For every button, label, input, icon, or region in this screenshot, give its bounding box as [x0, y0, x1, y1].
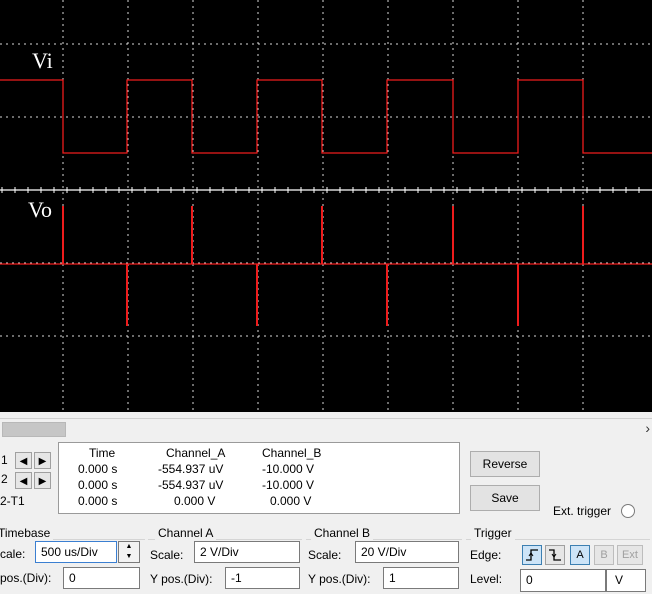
falling-edge-button[interactable] — [545, 545, 565, 565]
channel-a-ypos-label: Y pos.(Div): — [150, 572, 213, 586]
trigger-title: Trigger — [471, 526, 515, 540]
readout-t2-channel-b: -10.000 V — [262, 478, 315, 492]
ext-trigger-label: Ext. trigger — [553, 504, 612, 518]
readout-diff-channel-a: 0.000 V — [174, 494, 216, 508]
channel-a-ypos-input[interactable]: -1 — [225, 567, 300, 589]
trigger-level-label: Level: — [470, 572, 503, 586]
timebase-scale-input[interactable]: 500 us/Div — [35, 541, 117, 563]
cursor-diff-label: 2-T1 — [0, 494, 25, 508]
readout-t2-time: 0.000 s — [78, 478, 118, 492]
cursor-t2-left-button[interactable]: ◀ — [15, 472, 32, 489]
cursor-t2-label: 2 — [1, 472, 8, 486]
trigger-level-unit[interactable]: V — [606, 569, 646, 592]
trigger-source-ext-button[interactable]: Ext — [617, 545, 643, 565]
horizontal-scrollbar[interactable]: › — [0, 418, 652, 439]
spin-up-icon[interactable]: ▲ — [119, 542, 139, 552]
timebase-title: Timebase — [0, 526, 54, 540]
rising-edge-button[interactable] — [522, 545, 542, 565]
readout-header-time: Time — [89, 446, 116, 460]
channel-a-scale-input[interactable]: 2 V/Div — [194, 541, 300, 563]
channel-b-ypos-input[interactable]: 1 — [383, 567, 459, 589]
rising-edge-icon — [526, 549, 538, 561]
readout-diff-time: 0.000 s — [78, 494, 118, 508]
save-button[interactable]: Save — [470, 485, 540, 511]
channel-a-trace-label: Vi — [32, 48, 53, 73]
readout-diff-channel-b: 0.000 V — [270, 494, 312, 508]
arrow-left-icon: ◀ — [19, 476, 28, 487]
trigger-edge-label: Edge: — [470, 548, 502, 562]
readout-t1-channel-b: -10.000 V — [262, 462, 315, 476]
channel-b-title: Channel B — [311, 526, 374, 540]
measurement-readout: Time Channel_A Channel_B 0.000 s -554.93… — [58, 442, 460, 514]
cursor-t2-right-button[interactable]: ▶ — [34, 472, 51, 489]
timebase-xpos-label: pos.(Div): — [0, 571, 52, 585]
channel-b-scale-input[interactable]: 20 V/Div — [355, 541, 459, 563]
readout-header-channel-b: Channel_B — [262, 446, 322, 460]
chevron-right-icon[interactable]: › — [645, 420, 650, 436]
scrollbar-thumb[interactable] — [2, 422, 66, 437]
arrow-left-icon: ◀ — [19, 456, 28, 467]
channel-a-title: Channel A — [155, 526, 217, 540]
timebase-scale-label: cale: — [0, 547, 26, 561]
readout-t2-channel-a: -554.937 uV — [158, 478, 224, 492]
cursor-t1-right-button[interactable]: ▶ — [34, 452, 51, 469]
channel-b-scale-label: Scale: — [308, 548, 342, 562]
spin-down-icon[interactable]: ▼ — [119, 552, 139, 562]
cursor-t1-label: 1 — [1, 453, 8, 467]
scope-plot — [0, 0, 652, 412]
ext-trigger-radio[interactable] — [621, 504, 635, 518]
falling-edge-icon — [549, 549, 561, 561]
reverse-button[interactable]: Reverse — [470, 451, 540, 477]
arrow-right-icon: ▶ — [38, 476, 47, 487]
oscilloscope-screen: Vi Vo — [0, 0, 652, 412]
trigger-level-input[interactable]: 0 — [520, 569, 606, 592]
channel-a-scale-label: Scale: — [150, 548, 184, 562]
trigger-source-b-button[interactable]: B — [594, 545, 614, 565]
arrow-right-icon: ▶ — [38, 456, 47, 467]
readout-header-channel-a: Channel_A — [166, 446, 226, 460]
channel-b-ypos-label: Y pos.(Div): — [308, 572, 371, 586]
timebase-scale-spinner[interactable]: ▲ ▼ — [118, 541, 140, 563]
trigger-source-a-button[interactable]: A — [570, 545, 590, 565]
readout-t1-time: 0.000 s — [78, 462, 118, 476]
cursor-t1-left-button[interactable]: ◀ — [15, 452, 32, 469]
channel-b-trace-label: Vo — [28, 197, 53, 222]
readout-t1-channel-a: -554.937 uV — [158, 462, 224, 476]
timebase-xpos-input[interactable]: 0 — [63, 567, 140, 589]
